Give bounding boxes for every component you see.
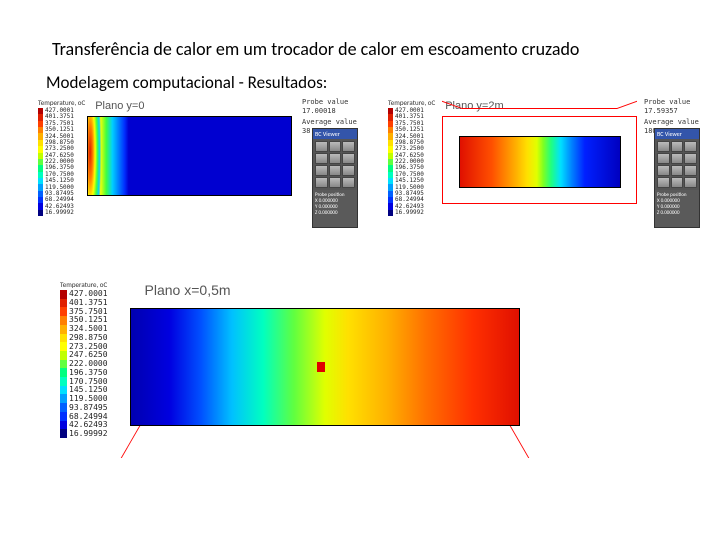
- probe-position: Probe position X 0.000000 Y 0.000000 Z 0…: [655, 190, 699, 218]
- plot-visualization: [130, 308, 520, 426]
- plot-visualization: [87, 116, 292, 196]
- tool-button[interactable]: [657, 141, 670, 152]
- tool-button[interactable]: [671, 177, 684, 188]
- tool-button[interactable]: [315, 165, 328, 176]
- probe-marker: [317, 362, 325, 372]
- plot-y2m: Plano y=2m: [437, 98, 657, 213]
- legend-colorbar: [60, 290, 67, 438]
- tool-button[interactable]: [684, 153, 697, 164]
- plot-visualization: [459, 136, 621, 188]
- tool-button[interactable]: [684, 177, 697, 188]
- tool-button[interactable]: [671, 153, 684, 164]
- plot-x05m: Plano x=0,5m: [110, 280, 540, 470]
- probe-position: Probe position X 0.000000 Y 0.000000 Z 0…: [313, 190, 357, 218]
- plot-label: Plano y=0: [95, 100, 144, 112]
- plot-y0: Plano y=0: [87, 98, 307, 213]
- tool-button[interactable]: [315, 153, 328, 164]
- tool-button[interactable]: [684, 165, 697, 176]
- tool-button[interactable]: [329, 153, 342, 164]
- coord-z: Z 0.000000: [657, 210, 697, 216]
- probe-label: Probe value: [302, 98, 357, 106]
- panel-y2m: Temperature, oC 427.0001401.3751375.7501…: [388, 98, 657, 216]
- probe-value: 17.00018: [302, 107, 357, 115]
- tool-button[interactable]: [657, 153, 670, 164]
- panel-y0: Temperature, oC 427.0001401.3751375.7501…: [38, 98, 307, 216]
- tool-button[interactable]: [657, 165, 670, 176]
- probe-value: 17.59357: [644, 107, 699, 115]
- legend-heading: Temperature, oC: [38, 98, 85, 107]
- legend-colorbar: [38, 108, 43, 216]
- probe-label: Probe value: [644, 98, 699, 106]
- legend-1: Temperature, oC 427.0001401.3751375.7501…: [38, 98, 85, 216]
- bc-viewer-1[interactable]: BC Viewer Probe position X 0.000000 Y 0.…: [312, 128, 358, 228]
- viewer-buttons: [313, 139, 357, 190]
- coord-z: Z 0.000000: [315, 210, 355, 216]
- tool-button[interactable]: [329, 177, 342, 188]
- tool-button[interactable]: [657, 177, 670, 188]
- persp-line: [440, 426, 528, 458]
- tool-button[interactable]: [329, 165, 342, 176]
- avg-label: Average value: [644, 118, 699, 126]
- tool-button[interactable]: [342, 177, 355, 188]
- legend-2: Temperature, oC 427.0001401.3751375.7501…: [388, 98, 435, 216]
- legend-3: Temperature, oC 427.0001401.3751375.7501…: [60, 280, 108, 470]
- legend-values: 427.0001401.3751375.7501350.1251324.5001…: [69, 290, 108, 438]
- tool-button[interactable]: [684, 141, 697, 152]
- perspective-top: [462, 108, 617, 109]
- persp-line: [617, 101, 637, 116]
- page-subtitle: Modelagem computacional - Resultados:: [46, 72, 327, 93]
- tool-button[interactable]: [671, 165, 684, 176]
- viewer-title: BC Viewer: [655, 129, 699, 139]
- tool-button[interactable]: [315, 177, 328, 188]
- viewer-title: BC Viewer: [313, 129, 357, 139]
- tool-button[interactable]: [671, 141, 684, 152]
- legend-values: 427.0001401.3751375.7501350.1251324.5001…: [45, 108, 74, 216]
- legend-heading: Temperature, oC: [60, 280, 108, 289]
- legend-heading: Temperature, oC: [388, 98, 435, 107]
- tool-button[interactable]: [342, 153, 355, 164]
- viewer-buttons: [655, 139, 699, 190]
- panel-x05m: Temperature, oC 427.0001401.3751375.7501…: [60, 280, 540, 470]
- legend-values: 427.0001401.3751375.7501350.1251324.5001…: [395, 108, 424, 216]
- legend-colorbar: [388, 108, 393, 216]
- tool-button[interactable]: [329, 141, 342, 152]
- tool-button[interactable]: [315, 141, 328, 152]
- avg-label: Average value: [302, 118, 357, 126]
- page-title: Transferência de calor em um trocador de…: [52, 38, 579, 60]
- tool-button[interactable]: [342, 141, 355, 152]
- bc-viewer-2[interactable]: BC Viewer Probe position X 0.000000 Y 0.…: [654, 128, 700, 228]
- tool-button[interactable]: [342, 165, 355, 176]
- plot-label: Plano x=0,5m: [145, 282, 231, 298]
- persp-line: [120, 426, 208, 458]
